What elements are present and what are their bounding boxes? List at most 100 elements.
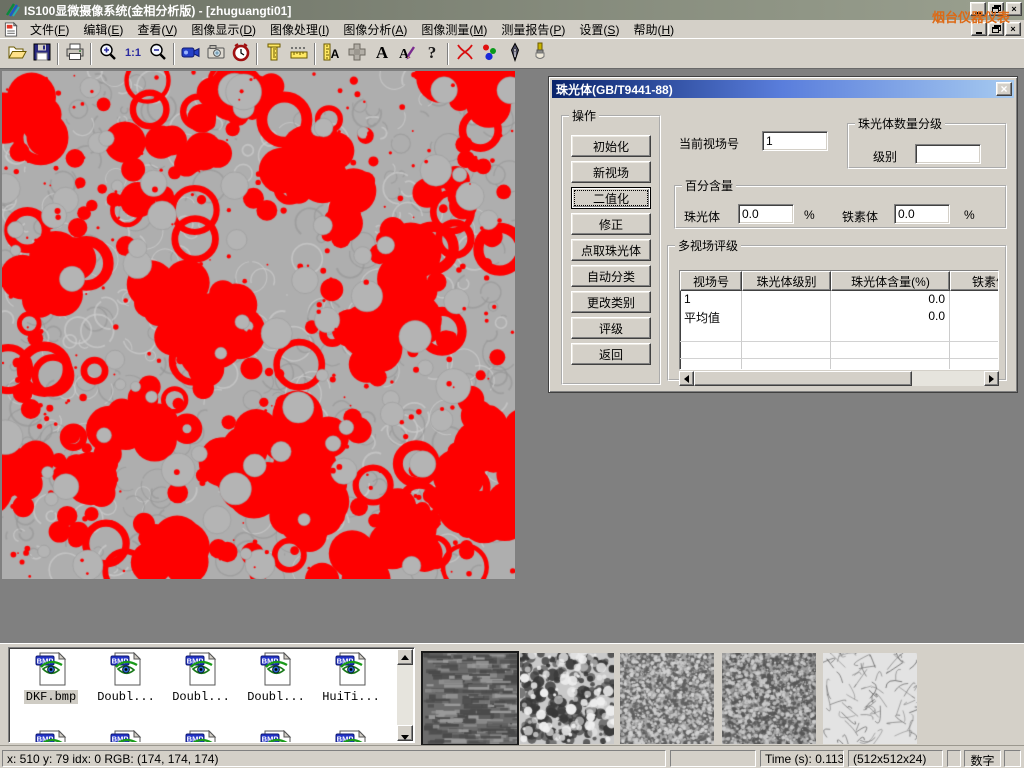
table-row[interactable] (680, 342, 998, 359)
op-button-7[interactable]: 更改类别 (571, 291, 651, 313)
menu-image-process[interactable]: 图像处理(I) (263, 20, 336, 39)
zoom-in-button[interactable] (95, 41, 120, 66)
file-item[interactable]: BMP (90, 730, 162, 743)
op-button-5[interactable]: 点取珠光体 (571, 239, 651, 261)
op-button-8[interactable]: 评级 (571, 317, 651, 339)
current-field-label: 当前视场号 (679, 135, 739, 152)
file-item[interactable]: BMP (315, 730, 387, 743)
table-row[interactable]: 平均值0.0 (680, 308, 998, 325)
text-edit-button[interactable]: A (394, 41, 419, 66)
menu-image-analysis[interactable]: 图像分析(A) (336, 20, 414, 39)
caliper-text-icon: A (322, 42, 342, 65)
thumbnail-5[interactable] (823, 653, 917, 744)
scroll-down-button[interactable] (397, 725, 413, 741)
save-button[interactable] (29, 41, 54, 66)
table-row[interactable]: 10.0 (680, 291, 998, 308)
mdi-restore-button[interactable] (988, 22, 1004, 36)
text-button[interactable]: A (369, 41, 394, 66)
menu-edit[interactable]: 编辑(E) (76, 20, 130, 39)
camcorder-button[interactable] (178, 41, 203, 66)
file-browser[interactable]: BMPDKF.bmpBMPDoubl...BMPDoubl...BMPDoubl… (8, 647, 415, 743)
brush-icon (530, 42, 550, 65)
scroll-left-button[interactable] (679, 371, 694, 386)
op-button-6[interactable]: 自动分类 (571, 265, 651, 287)
dialog-title-bar[interactable]: 珠光体(GB/T9441-88) × (552, 80, 1014, 98)
table-cell (831, 342, 950, 359)
arrow-left-icon (684, 375, 689, 383)
file-name: Doubl... (245, 690, 307, 704)
table-cell (742, 342, 831, 359)
ruler-button[interactable] (286, 41, 311, 66)
grid-tool-button[interactable] (344, 41, 369, 66)
file-item[interactable]: BMPDKF.bmp (15, 652, 87, 704)
table-cell (680, 325, 742, 342)
caliper-text-button[interactable]: A (319, 41, 344, 66)
grading-group: 珠光体数量分级 级别 (847, 115, 1007, 169)
file-item[interactable]: BMPDoubl... (165, 652, 237, 704)
op-button-4[interactable]: 修正 (571, 213, 651, 235)
metallographic-image[interactable] (2, 71, 515, 579)
table-header-1[interactable]: 视场号 (680, 271, 742, 291)
op-button-2[interactable]: 新视场 (571, 161, 651, 183)
dialog-close-button[interactable]: × (996, 82, 1012, 96)
document-icon (3, 22, 19, 37)
table-header-3[interactable]: 珠光体含量(%) (831, 271, 950, 291)
mdi-close-button[interactable]: × (1005, 22, 1021, 36)
scroll-up-button[interactable] (397, 649, 413, 665)
ferrite-percent-input[interactable] (894, 204, 950, 224)
toolbar-separator (57, 43, 59, 65)
table-row[interactable] (680, 325, 998, 342)
file-item[interactable]: BMP (15, 730, 87, 743)
bmp-file-icon: BMP (259, 652, 293, 686)
scroll-right-button[interactable] (984, 371, 999, 386)
camera-button[interactable] (203, 41, 228, 66)
print-button[interactable] (62, 41, 87, 66)
curve-tool-button[interactable] (452, 41, 477, 66)
op-button-3[interactable]: 二值化 (571, 187, 651, 209)
hscroll-thumb[interactable] (694, 371, 912, 386)
menu-file[interactable]: 文件(F) (23, 20, 76, 39)
actual-size-button[interactable]: 1:1 (120, 41, 145, 66)
mdi-minimize-button[interactable] (971, 22, 987, 36)
zoom-out-button[interactable] (145, 41, 170, 66)
table-hscrollbar[interactable] (679, 371, 999, 386)
menu-image-display[interactable]: 图像显示(D) (184, 20, 263, 39)
thumbnail-3[interactable] (620, 653, 714, 744)
close-button[interactable]: × (1006, 2, 1022, 16)
file-vscrollbar[interactable] (397, 649, 413, 741)
op-button-9[interactable]: 返回 (571, 343, 651, 365)
thumbnail-2[interactable] (520, 653, 614, 744)
op-button-1[interactable]: 初始化 (571, 135, 651, 157)
clock-button[interactable] (228, 41, 253, 66)
brush-button[interactable] (527, 41, 552, 66)
file-item[interactable]: BMP (165, 730, 237, 743)
minimize-button[interactable] (970, 2, 986, 16)
menu-settings[interactable]: 设置(S) (572, 20, 626, 39)
table-cell (950, 308, 999, 325)
help-button[interactable]: ? (419, 41, 444, 66)
close-icon: × (1011, 5, 1016, 14)
file-item[interactable]: BMPDoubl... (90, 652, 162, 704)
rating-table[interactable]: 视场号珠光体级别珠光体含量(%)铁素体10.0平均值0.0 (679, 270, 999, 370)
menu-image-measure[interactable]: 图像测量(M) (414, 20, 494, 39)
file-item[interactable]: BMP Doubl... (240, 652, 312, 704)
bmp-file-icon: BMP (184, 652, 218, 686)
restore-button[interactable] (988, 2, 1004, 16)
thumbnail-1[interactable] (423, 653, 517, 744)
current-field-input[interactable] (762, 131, 828, 151)
menu-view[interactable]: 查看(V) (130, 20, 184, 39)
table-header-2[interactable]: 珠光体级别 (742, 271, 831, 291)
pen-button[interactable] (502, 41, 527, 66)
open-folder-button[interactable] (4, 41, 29, 66)
caliper-button[interactable] (261, 41, 286, 66)
level-input[interactable] (915, 144, 981, 164)
classify-balls-button[interactable] (477, 41, 502, 66)
file-item[interactable]: BMPHuiTi... (315, 652, 387, 704)
pearlite-percent-input[interactable] (738, 204, 794, 224)
table-header-4[interactable]: 铁素体 (950, 271, 999, 291)
table-row[interactable] (680, 359, 998, 370)
thumbnail-4[interactable] (722, 653, 816, 744)
menu-help[interactable]: 帮助(H) (626, 20, 681, 39)
file-item[interactable]: BMP (240, 730, 312, 743)
menu-measure-report[interactable]: 测量报告(P) (494, 20, 572, 39)
